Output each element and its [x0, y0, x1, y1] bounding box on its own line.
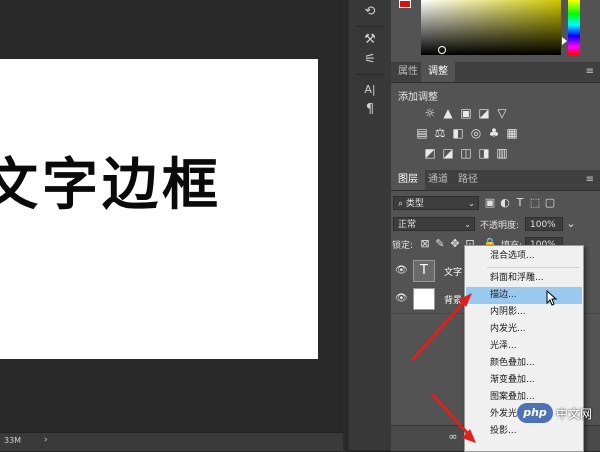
visibility-eye-icon[interactable]: 👁 — [395, 293, 408, 304]
menu-item-blending-options[interactable]: 混合选项... — [466, 248, 582, 265]
photo-filter-icon[interactable]: ◎ — [469, 126, 483, 140]
separator — [355, 26, 385, 27]
status-bar: 33M › — [0, 432, 345, 451]
color-balance-icon[interactable]: ⚖ — [433, 126, 447, 140]
posterize-icon[interactable]: ◪ — [441, 146, 455, 160]
opacity-input[interactable]: 100% — [525, 217, 563, 231]
blend-mode-select[interactable]: 正常 ⌄ — [393, 217, 475, 231]
blend-mode-value: 正常 — [398, 220, 417, 230]
layer-thumbnail: T — [413, 260, 435, 282]
levels-icon[interactable]: ▲ — [441, 106, 455, 120]
menu-item-bevel-emboss[interactable]: 斜面和浮雕... — [466, 270, 582, 287]
color-lookup-icon[interactable]: ▦ — [505, 126, 519, 140]
chevron-down-icon: ⌄ — [464, 220, 471, 229]
color-picker-marker[interactable] — [438, 46, 446, 54]
mouse-cursor-icon — [546, 290, 558, 306]
hue-saturation-icon[interactable]: ▤ — [415, 126, 429, 140]
watermark-logo: php — [517, 403, 553, 423]
lock-label: 锁定: — [392, 241, 414, 251]
exposure-icon[interactable]: ◪ — [477, 106, 491, 120]
panel-menu-icon[interactable]: ≡ — [586, 67, 594, 77]
menu-item-inner-shadow[interactable]: 内阴影... — [466, 304, 582, 321]
curves-icon[interactable]: ▣ — [459, 106, 473, 120]
lock-position-icon[interactable]: ✥ — [449, 237, 461, 251]
color-panel — [391, 0, 600, 60]
layer-filter-select[interactable]: ⌕ 类型 ⌄ — [393, 196, 479, 210]
visibility-eye-icon[interactable]: 👁 — [395, 265, 408, 276]
separator — [355, 74, 385, 75]
menu-item-drop-shadow[interactable]: 投影... — [466, 423, 582, 440]
menu-separator — [487, 267, 579, 268]
properties-tabbar: 属性 调整 ≡ — [391, 62, 600, 83]
layers-tabbar: 图层 通道 路径 ≡ — [391, 170, 600, 191]
brush-presets-icon[interactable]: ⚒ — [359, 30, 381, 50]
canvas-text-layer: 文字边框 — [0, 152, 222, 218]
search-icon: ⌕ — [398, 199, 406, 209]
hue-slider[interactable] — [568, 0, 580, 55]
tab-paths[interactable]: 路径 — [451, 170, 485, 190]
opacity-label: 不透明度: — [480, 221, 520, 231]
menu-item-satin[interactable]: 光泽... — [466, 338, 582, 355]
chevron-down-icon[interactable]: ⌄ — [565, 217, 577, 231]
selective-color-icon[interactable]: ◨ — [477, 146, 491, 160]
panel-icon-strip: ⟲ ⚒ ⚟ A| ¶ — [349, 0, 392, 450]
gradient-map-icon[interactable]: ▥ — [495, 146, 509, 160]
adjustments-icon[interactable]: ⚟ — [359, 50, 381, 70]
lock-image-icon[interactable]: ✎ — [434, 237, 446, 251]
canvas-area[interactable]: 文字边框 — [0, 0, 343, 432]
foreground-color-swatch[interactable] — [399, 0, 411, 8]
lock-transparent-icon[interactable]: ⊠ — [419, 237, 431, 251]
adjustment-filter-icon[interactable]: ◐ — [499, 196, 511, 210]
threshold-icon[interactable]: ◫ — [459, 146, 473, 160]
opacity-value: 100% — [530, 220, 556, 230]
tab-adjustments[interactable]: 调整 — [421, 62, 455, 82]
menu-item-color-overlay[interactable]: 颜色叠加... — [466, 355, 582, 372]
shape-filter-icon[interactable]: ⬚ — [529, 196, 541, 210]
layer-filter-value: 类型 — [405, 199, 424, 209]
character-icon[interactable]: A| — [359, 80, 381, 100]
menu-item-gradient-overlay[interactable]: 渐变叠加... — [466, 372, 582, 389]
smart-object-filter-icon[interactable]: ▢ — [544, 196, 556, 210]
black-white-icon[interactable]: ◧ — [451, 126, 465, 140]
brightness-icon[interactable]: ☼ — [423, 106, 437, 120]
watermark: php 中文网 — [517, 402, 597, 424]
history-icon[interactable]: ⟲ — [359, 2, 381, 22]
channel-mixer-icon[interactable]: ♣ — [487, 126, 501, 140]
adjustments-title: 添加调整 — [398, 92, 438, 103]
pixel-filter-icon[interactable]: ▣ — [484, 196, 496, 210]
type-filter-icon[interactable]: T — [514, 196, 526, 210]
watermark-text: 中文网 — [556, 407, 593, 421]
tab-channels[interactable]: 通道 — [421, 170, 455, 190]
menu-item-stroke[interactable]: 描边... — [466, 287, 582, 304]
layer-name[interactable]: 文字 — [444, 265, 462, 278]
layer-thumbnail — [413, 288, 435, 310]
status-menu-arrow[interactable]: › — [44, 435, 48, 445]
hue-slider-marker[interactable] — [562, 37, 567, 45]
tab-properties[interactable]: 属性 — [391, 62, 425, 82]
panel-menu-icon[interactable]: ≡ — [586, 175, 594, 185]
tab-layers[interactable]: 图层 — [391, 170, 425, 190]
link-layers-icon[interactable]: ∞ — [447, 430, 459, 444]
menu-item-inner-glow[interactable]: 内发光... — [466, 321, 582, 338]
vibrance-icon[interactable]: ▽ — [495, 106, 509, 120]
document-size: 33M — [4, 436, 22, 445]
paragraph-icon[interactable]: ¶ — [359, 100, 381, 120]
invert-icon[interactable]: ◩ — [423, 146, 437, 160]
chevron-down-icon: ⌄ — [468, 199, 475, 208]
layer-name[interactable]: 背景 — [444, 293, 462, 306]
